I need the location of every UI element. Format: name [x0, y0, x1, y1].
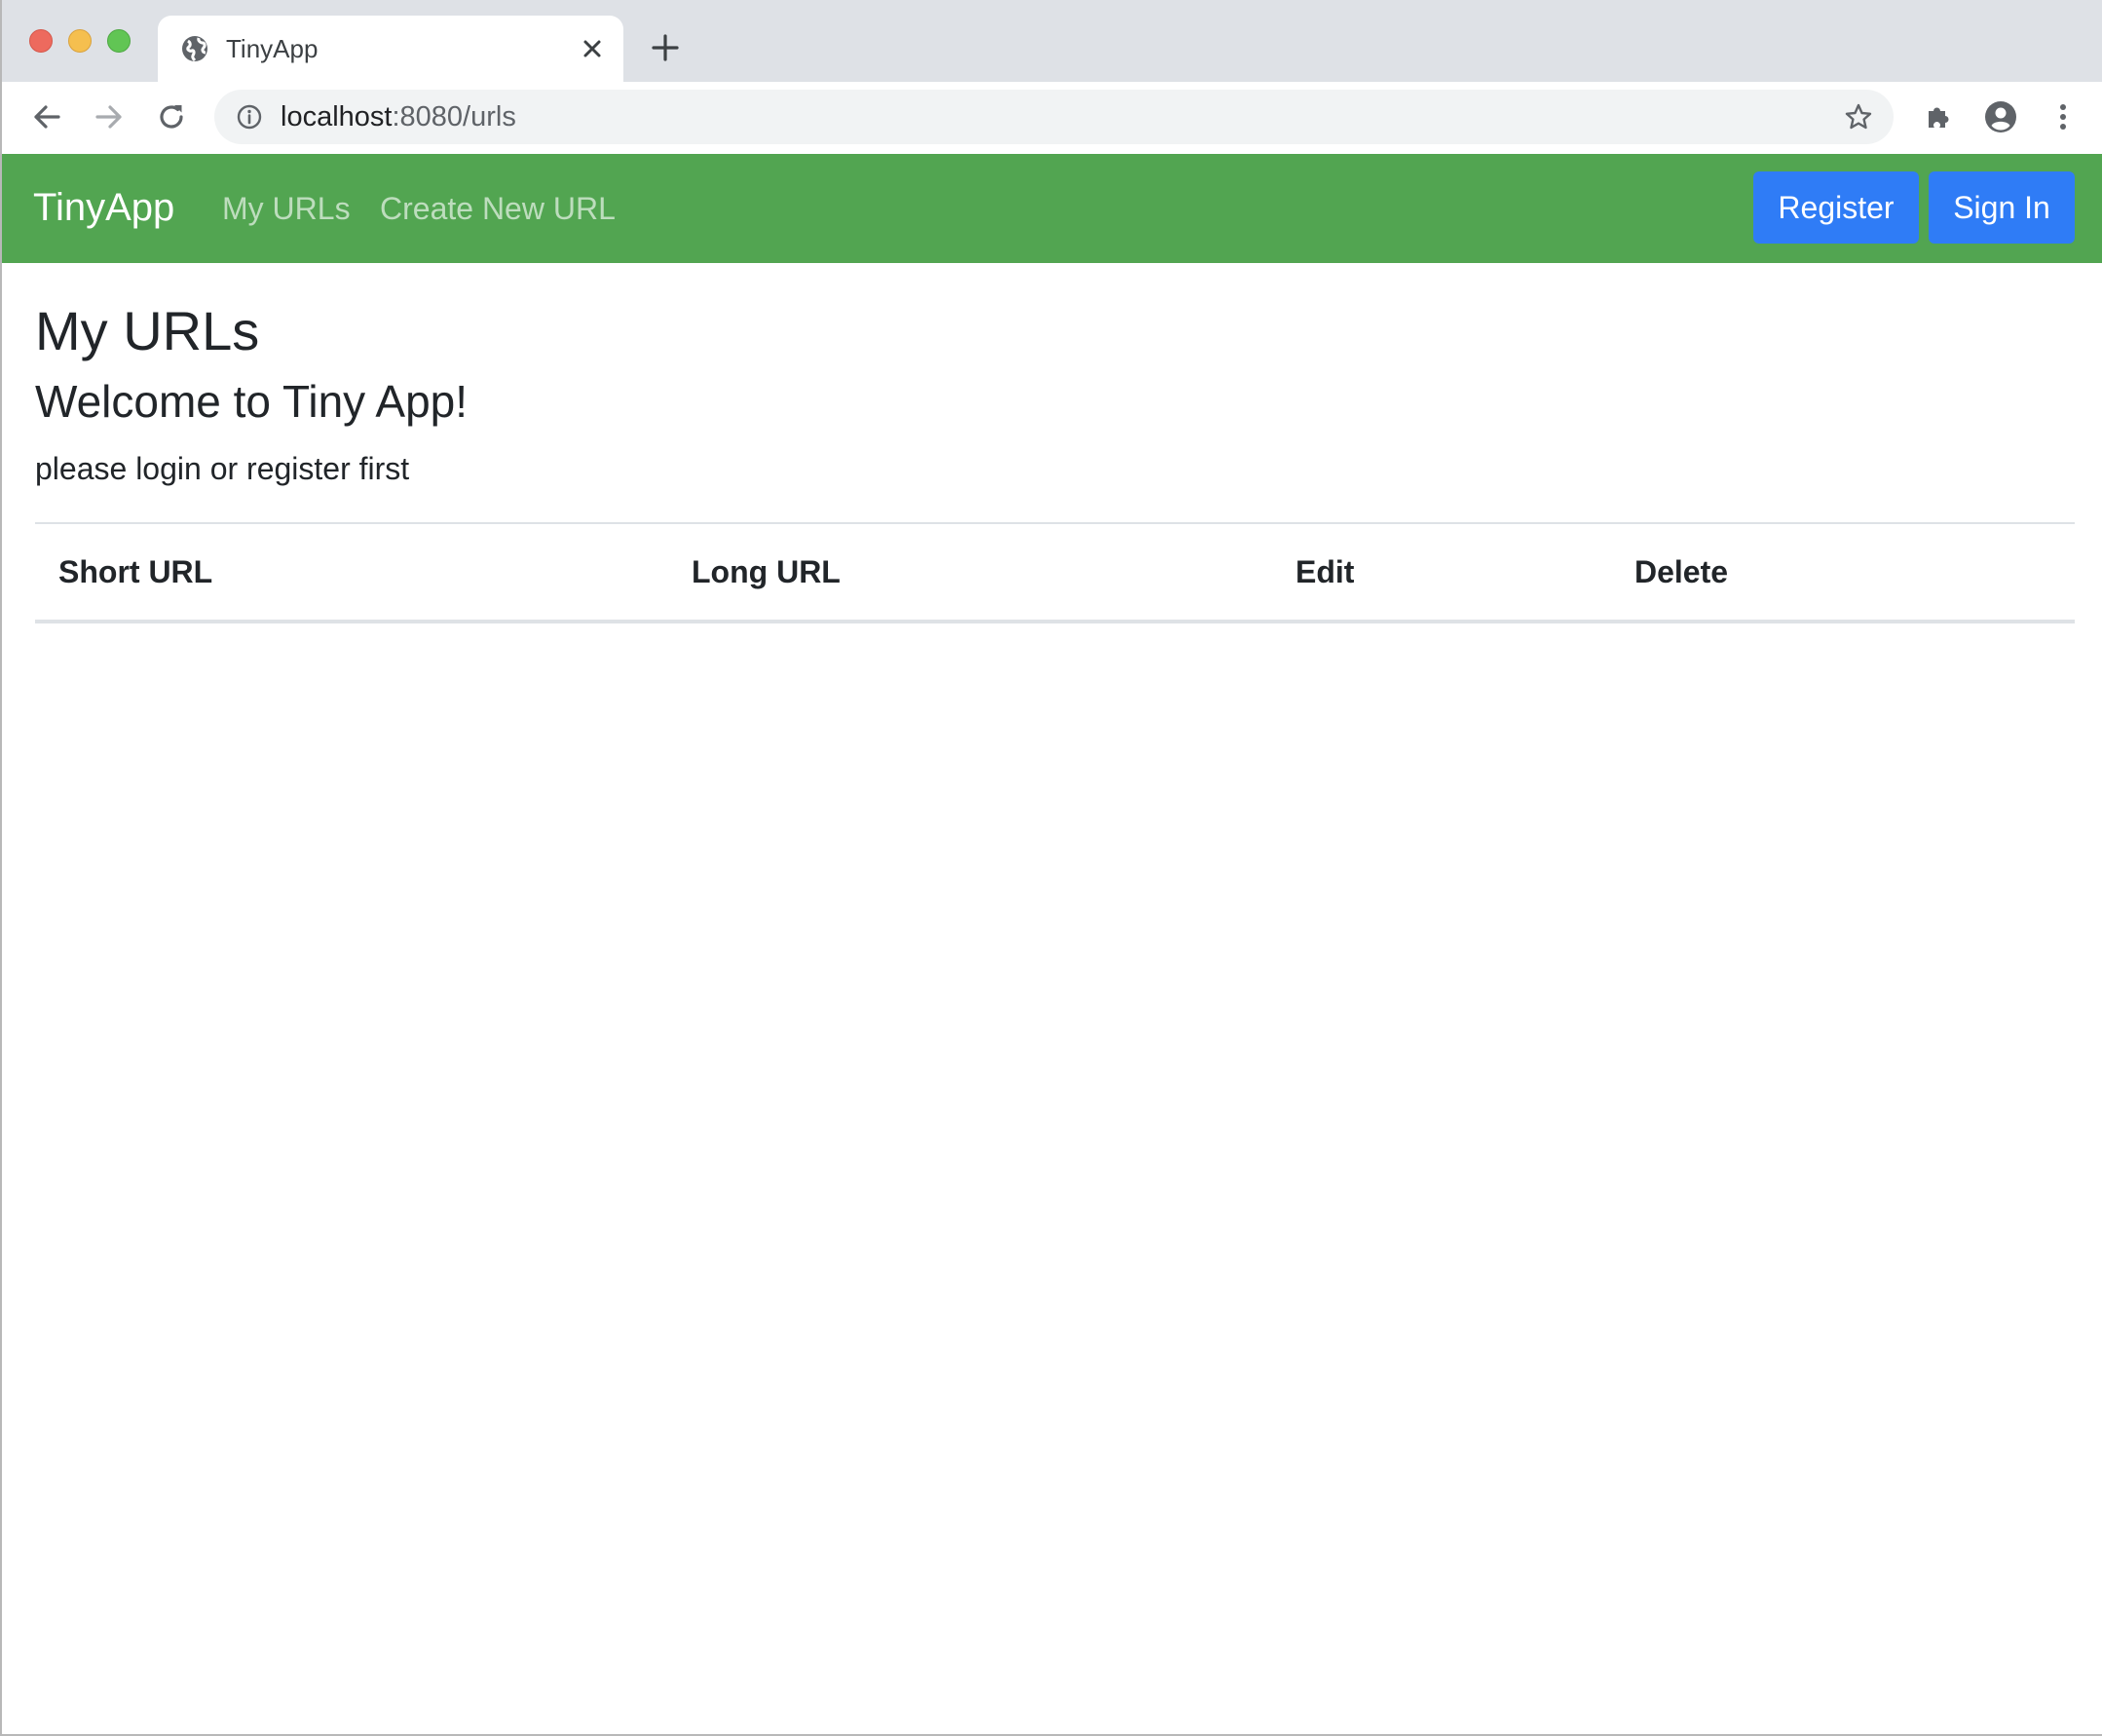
star-icon[interactable] [1843, 101, 1874, 132]
site-navbar: TinyApp My URLs Create New URL Register … [2, 154, 2102, 263]
minimize-window-button[interactable] [68, 29, 92, 53]
info-icon[interactable] [236, 103, 263, 131]
nav-link-create-new-url[interactable]: Create New URL [380, 189, 616, 228]
globe-icon [182, 36, 207, 62]
browser-toolbar: localhost:8080/urls [2, 82, 2102, 152]
plus-icon[interactable] [649, 31, 682, 64]
arrow-right-icon[interactable] [92, 99, 127, 134]
url-host: localhost [281, 101, 393, 132]
column-header-edit: Edit [1295, 553, 1355, 589]
tab-title: TinyApp [226, 34, 319, 63]
tab-strip: TinyApp [2, 0, 2102, 82]
nav-link-my-urls[interactable]: My URLs [222, 189, 351, 228]
puzzle-icon[interactable] [1921, 99, 1956, 134]
address-bar[interactable]: localhost:8080/urls [214, 90, 1894, 144]
kebab-menu-icon[interactable] [2046, 99, 2081, 134]
column-header-long-url: Long URL [692, 553, 841, 589]
reload-icon[interactable] [154, 99, 189, 134]
active-tab[interactable]: TinyApp [158, 16, 623, 82]
column-header-delete: Delete [1634, 553, 1729, 589]
url-text[interactable]: localhost:8080/urls [281, 101, 516, 132]
url-path: :8080/urls [392, 101, 516, 132]
arrow-left-icon[interactable] [29, 99, 64, 134]
register-button[interactable]: Register [1753, 171, 1919, 244]
sign-in-button[interactable]: Sign In [1929, 171, 2075, 244]
close-window-button[interactable] [29, 29, 53, 53]
browser-window: TinyApp localhost:8080/urls TinyApp My U… [0, 0, 2102, 1736]
zoom-window-button[interactable] [107, 29, 131, 53]
urls-table: Short URL Long URL Edit Delete [35, 522, 2075, 623]
account-icon[interactable] [1983, 99, 2018, 134]
table-header-row: Short URL Long URL Edit Delete [35, 523, 2075, 622]
column-header-short-url: Short URL [58, 553, 213, 589]
brand-link[interactable]: TinyApp [33, 183, 174, 232]
welcome-heading: Welcome to Tiny App! [35, 376, 469, 427]
close-icon[interactable] [579, 35, 606, 62]
login-hint: please login or register first [35, 451, 410, 486]
page-title: My URLs [35, 300, 260, 361]
